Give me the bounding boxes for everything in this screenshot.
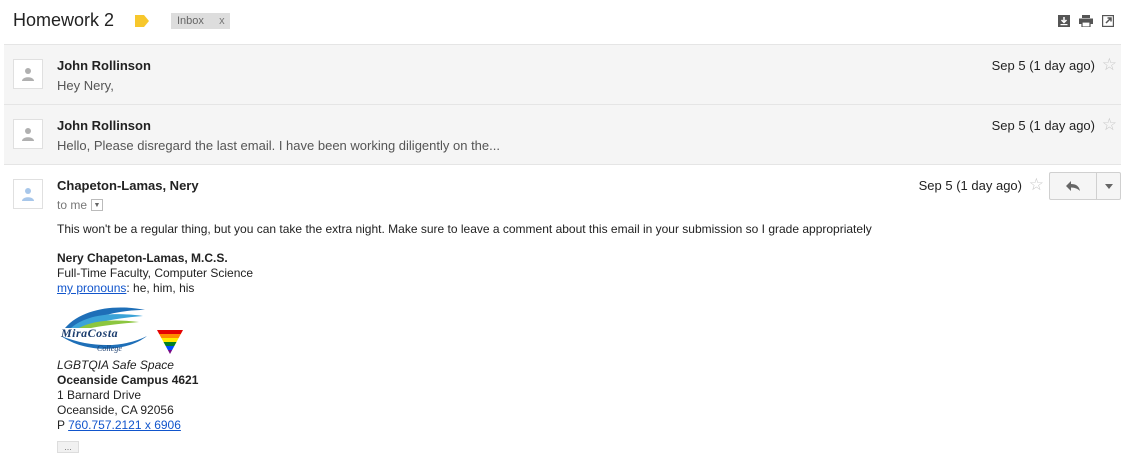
reply-icon — [1066, 181, 1080, 191]
label-icon[interactable] — [135, 15, 149, 27]
miracosta-logo: MiraCosta College — [57, 306, 149, 358]
inbox-label-text: Inbox — [177, 15, 204, 27]
avatar-icon — [22, 68, 34, 81]
avatar-icon — [22, 128, 34, 141]
signature-pronouns: my pronouns: he, him, his — [57, 281, 872, 296]
message-date: Sep 5 (1 day ago) — [991, 118, 1095, 133]
message-snippet: Hello, Please disregard the last email. … — [57, 138, 500, 153]
star-icon[interactable]: ☆ — [1102, 55, 1117, 75]
phone-line: P 760.757.2121 x 6906 — [57, 418, 872, 433]
show-trimmed-content-button[interactable]: ... — [57, 441, 79, 453]
remove-label-button[interactable]: x — [214, 13, 230, 29]
signature: Nery Chapeton-Lamas, M.C.S. Full-Time Fa… — [57, 251, 872, 433]
message-date: Sep 5 (1 day ago) — [991, 58, 1095, 73]
sender-name: Chapeton-Lamas, Nery — [57, 178, 199, 193]
address-line-2: Oceanside, CA 92056 — [57, 403, 174, 417]
collapsed-message-2[interactable]: John Rollinson Hello, Please disregard t… — [4, 104, 1121, 164]
avatar — [13, 119, 43, 149]
phone-link[interactable]: 760.757.2121 x 6906 — [68, 418, 181, 432]
message-body: This won't be a regular thing, but you c… — [57, 222, 872, 453]
download-icon[interactable] — [1057, 14, 1071, 28]
avatar — [13, 59, 43, 89]
print-icon[interactable] — [1079, 14, 1093, 28]
logo-row: MiraCosta College — [57, 302, 872, 358]
message-thread: John Rollinson Hey Nery, Sep 5 (1 day ag… — [4, 44, 1121, 465]
safe-space-text: LGBTQIA Safe Space — [57, 358, 174, 372]
campus-name: Oceanside Campus 4621 — [57, 373, 199, 387]
collapsed-message-1[interactable]: John Rollinson Hey Nery, Sep 5 (1 day ag… — [4, 44, 1121, 104]
signature-title: Full-Time Faculty, Computer Science — [57, 266, 254, 280]
signature-name: Nery Chapeton-Lamas, M.C.S. — [57, 251, 228, 265]
avatar — [13, 179, 43, 209]
logo-subtitle: College — [97, 344, 122, 353]
subject-bar: Homework 2 Inbox x — [0, 0, 1129, 44]
expanded-message: Chapeton-Lamas, Nery to me ▼ Sep 5 (1 da… — [4, 164, 1121, 465]
more-options-icon — [1104, 183, 1113, 189]
star-icon[interactable]: ☆ — [1029, 175, 1044, 195]
message-date: Sep 5 (1 day ago) — [918, 178, 1022, 193]
reply-controls — [1049, 172, 1121, 200]
sender-name: John Rollinson — [57, 58, 151, 73]
sender-name: John Rollinson — [57, 118, 151, 133]
recipient-text: to me — [57, 198, 88, 212]
avatar-icon — [22, 188, 34, 201]
email-thread-view: Homework 2 Inbox x John Rollinson Hey Ne… — [0, 0, 1129, 466]
thread-subject: Homework 2 — [13, 10, 115, 30]
more-options-button[interactable] — [1097, 172, 1121, 200]
address-line-1: 1 Barnard Drive — [57, 388, 142, 402]
rainbow-triangle-icon — [157, 330, 183, 354]
pronouns-text: : he, him, his — [126, 281, 195, 295]
show-details-button[interactable]: ▼ — [91, 199, 104, 211]
reply-button[interactable] — [1049, 172, 1097, 200]
pronouns-link[interactable]: my pronouns — [57, 281, 126, 295]
logo-wordmark: MiraCosta — [61, 326, 119, 340]
star-icon[interactable]: ☆ — [1102, 115, 1117, 135]
phone-prefix: P — [57, 418, 69, 432]
message-snippet: Hey Nery, — [57, 78, 114, 93]
recipients: to me ▼ — [57, 198, 104, 212]
inbox-label-chip: Inbox x — [171, 13, 230, 29]
new-window-icon[interactable] — [1101, 14, 1115, 28]
thread-actions — [1057, 14, 1115, 28]
message-text: This won't be a regular thing, but you c… — [57, 222, 872, 236]
